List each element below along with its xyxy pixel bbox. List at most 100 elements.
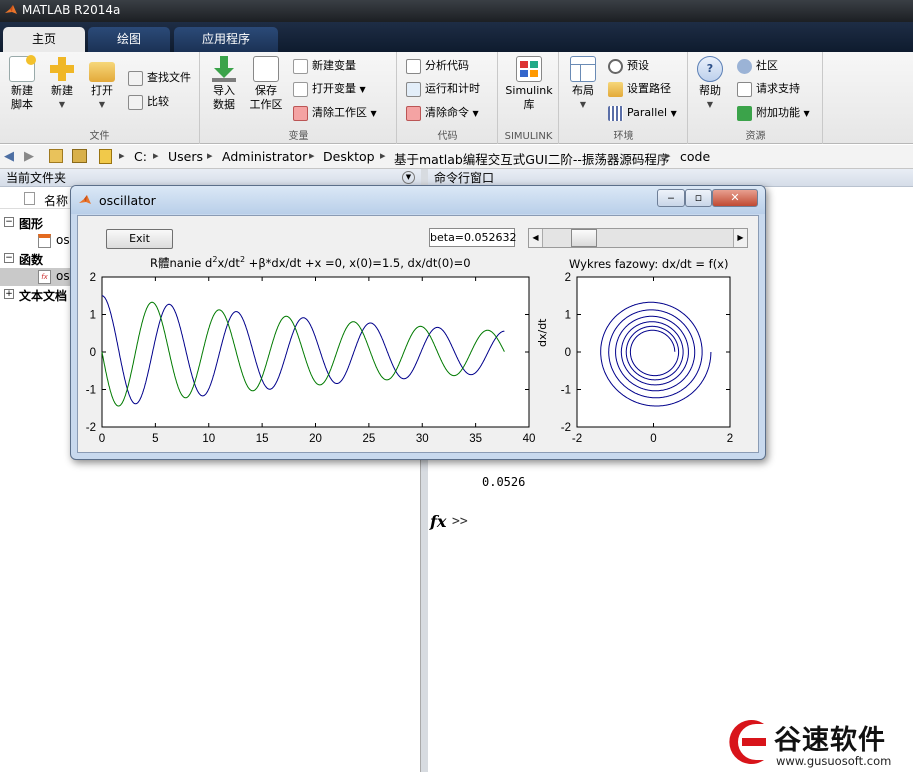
x-tick-label: -2 xyxy=(572,433,582,445)
breadcrumb-item[interactable]: Desktop xyxy=(323,149,375,164)
community-label: 社区 xyxy=(756,59,778,72)
set-path-label: 设置路径 xyxy=(627,82,671,95)
folder-icon xyxy=(608,81,623,97)
file-icon xyxy=(24,192,35,205)
x-tick-label: 40 xyxy=(523,433,536,445)
clear-workspace-button[interactable]: 清除工作区 ▼ xyxy=(293,103,377,123)
x-tick-label: 5 xyxy=(152,433,158,445)
y-tick-label: -2 xyxy=(86,422,96,434)
import-data-label: 导入 数据 xyxy=(213,84,235,111)
find-files-button[interactable]: 查找文件 xyxy=(128,68,191,88)
help-button[interactable]: ? 帮助 ▼ xyxy=(689,56,731,112)
compare-label: 比较 xyxy=(147,95,169,108)
run-and-time-button[interactable]: 运行和计时 xyxy=(406,79,480,99)
layout-button[interactable]: 布局 ▼ xyxy=(562,56,604,112)
y-tick-label: -2 xyxy=(561,422,571,434)
find-files-label: 查找文件 xyxy=(147,71,191,84)
eraser-icon xyxy=(406,105,421,121)
list-item-name: os xyxy=(56,269,70,283)
new-script-button[interactable]: 新建 脚本 xyxy=(1,55,43,112)
breadcrumb-item[interactable]: 基于matlab编程交互式GUI二阶--振荡器源码程序 xyxy=(394,149,669,168)
new-variable-label: 新建变量 xyxy=(312,59,356,72)
compare-icon xyxy=(128,94,143,110)
up-folder-icon[interactable] xyxy=(49,149,63,163)
command-output-value: 0.0526 xyxy=(482,475,526,489)
breadcrumb-item[interactable]: code xyxy=(680,149,710,164)
set-path-button[interactable]: 设置路径 xyxy=(608,79,671,99)
close-button[interactable]: ✕ xyxy=(712,189,758,207)
x-tick-label: 35 xyxy=(469,433,482,445)
column-header-name[interactable]: 名称 xyxy=(44,192,68,209)
clear-workspace-label: 清除工作区 xyxy=(312,106,367,119)
tree-group-label: 函数 xyxy=(19,253,44,267)
ribbon: 新建 脚本 新建 ▼ 打开 ▼ 查找文件 比较 文件 导入 数据 保存 工作区 … xyxy=(0,52,913,144)
forward-arrow-icon[interactable]: ▶ xyxy=(24,149,34,164)
tab-plots[interactable]: 绘图 xyxy=(88,27,170,52)
analyze-code-label: 分析代码 xyxy=(425,59,469,72)
community-button[interactable]: 社区 xyxy=(737,56,778,76)
maximize-button[interactable]: ▫ xyxy=(685,189,712,207)
analyze-code-icon xyxy=(406,58,421,74)
open-button[interactable]: 打开 ▼ xyxy=(81,56,123,112)
chevron-down-icon: ▼ xyxy=(58,100,66,109)
import-data-button[interactable]: 导入 数据 xyxy=(203,56,245,112)
simulink-library-button[interactable]: Simulink 库 xyxy=(502,56,556,112)
expand-icon[interactable]: + xyxy=(4,289,14,299)
command-prompt[interactable]: >> xyxy=(452,514,468,529)
breadcrumb-item[interactable]: Users xyxy=(168,149,203,164)
open-variable-button[interactable]: 打开变量 ▼ xyxy=(293,79,366,99)
parallel-icon xyxy=(608,105,623,121)
app-title: MATLAB R2014a xyxy=(22,3,121,17)
figure-client-area: Exit beta=0.052632 ◀ ▶ R體nanie d2x/dt2 +… xyxy=(77,215,759,453)
parallel-button[interactable]: Parallel ▼ xyxy=(608,103,677,123)
plus-icon xyxy=(49,56,75,82)
analyze-code-button[interactable]: 分析代码 xyxy=(406,56,469,76)
request-support-label: 请求支持 xyxy=(756,82,800,95)
open-label: 打开 xyxy=(91,84,113,97)
new-variable-button[interactable]: 新建变量 xyxy=(293,56,356,76)
panel-menu-icon[interactable]: ▼ xyxy=(402,171,415,184)
figure-title-bar[interactable]: oscillator ‒ ▫ ✕ xyxy=(71,186,765,214)
breadcrumb-item[interactable]: Administrator xyxy=(222,149,307,164)
save-workspace-button[interactable]: 保存 工作区 xyxy=(245,56,287,112)
add-ons-label: 附加功能 xyxy=(756,106,800,119)
y-tick-label: 0 xyxy=(90,347,96,359)
tab-apps[interactable]: 应用程序 xyxy=(174,27,278,52)
collapse-icon[interactable]: − xyxy=(4,253,14,263)
clear-commands-button[interactable]: 清除命令 ▼ xyxy=(406,103,479,123)
matlab-logo-icon xyxy=(79,195,91,204)
chevron-down-icon: ▼ xyxy=(472,109,479,118)
tab-home[interactable]: 主页 xyxy=(3,27,85,52)
ribbon-group-resources: ? 帮助 ▼ 社区 请求支持 附加功能 ▼ 资源 xyxy=(689,52,823,144)
collapse-icon[interactable]: − xyxy=(4,217,14,227)
import-arrow-icon xyxy=(211,56,237,82)
breadcrumb-separator: ▸ xyxy=(665,149,671,162)
brand-url: www.gusuosoft.com xyxy=(776,754,892,768)
simulink-library-label: Simulink 库 xyxy=(505,84,553,111)
run-and-time-icon xyxy=(406,81,421,97)
minimize-button[interactable]: ‒ xyxy=(657,189,685,207)
y-tick-label: 1 xyxy=(90,310,96,322)
eraser-icon xyxy=(293,105,308,121)
chevron-down-icon: ▼ xyxy=(803,109,810,118)
simulink-library-icon xyxy=(516,56,542,82)
open-variable-label: 打开变量 xyxy=(312,82,356,95)
ribbon-group-label: 资源 xyxy=(745,131,766,142)
browse-folder-icon[interactable] xyxy=(72,149,87,163)
back-arrow-icon[interactable]: ◀ xyxy=(4,149,14,164)
function-browser-icon[interactable]: fx xyxy=(430,512,446,531)
figure-file-icon xyxy=(38,234,51,248)
compare-button[interactable]: 比较 xyxy=(128,92,169,112)
command-window-title: 命令行窗口 xyxy=(434,171,495,185)
request-support-button[interactable]: 请求支持 xyxy=(737,79,800,99)
preferences-button[interactable]: 预设 xyxy=(608,56,649,76)
help-label: 帮助 xyxy=(699,84,721,97)
time-plot-area xyxy=(101,276,530,428)
new-button[interactable]: 新建 ▼ xyxy=(41,56,83,112)
new-script-label: 新建 脚本 xyxy=(11,84,33,111)
layout-icon xyxy=(570,56,596,82)
list-item-name: os xyxy=(56,233,70,247)
add-ons-button[interactable]: 附加功能 ▼ xyxy=(737,103,810,123)
breadcrumb-item[interactable]: C: xyxy=(134,149,147,164)
new-script-icon xyxy=(9,55,36,82)
